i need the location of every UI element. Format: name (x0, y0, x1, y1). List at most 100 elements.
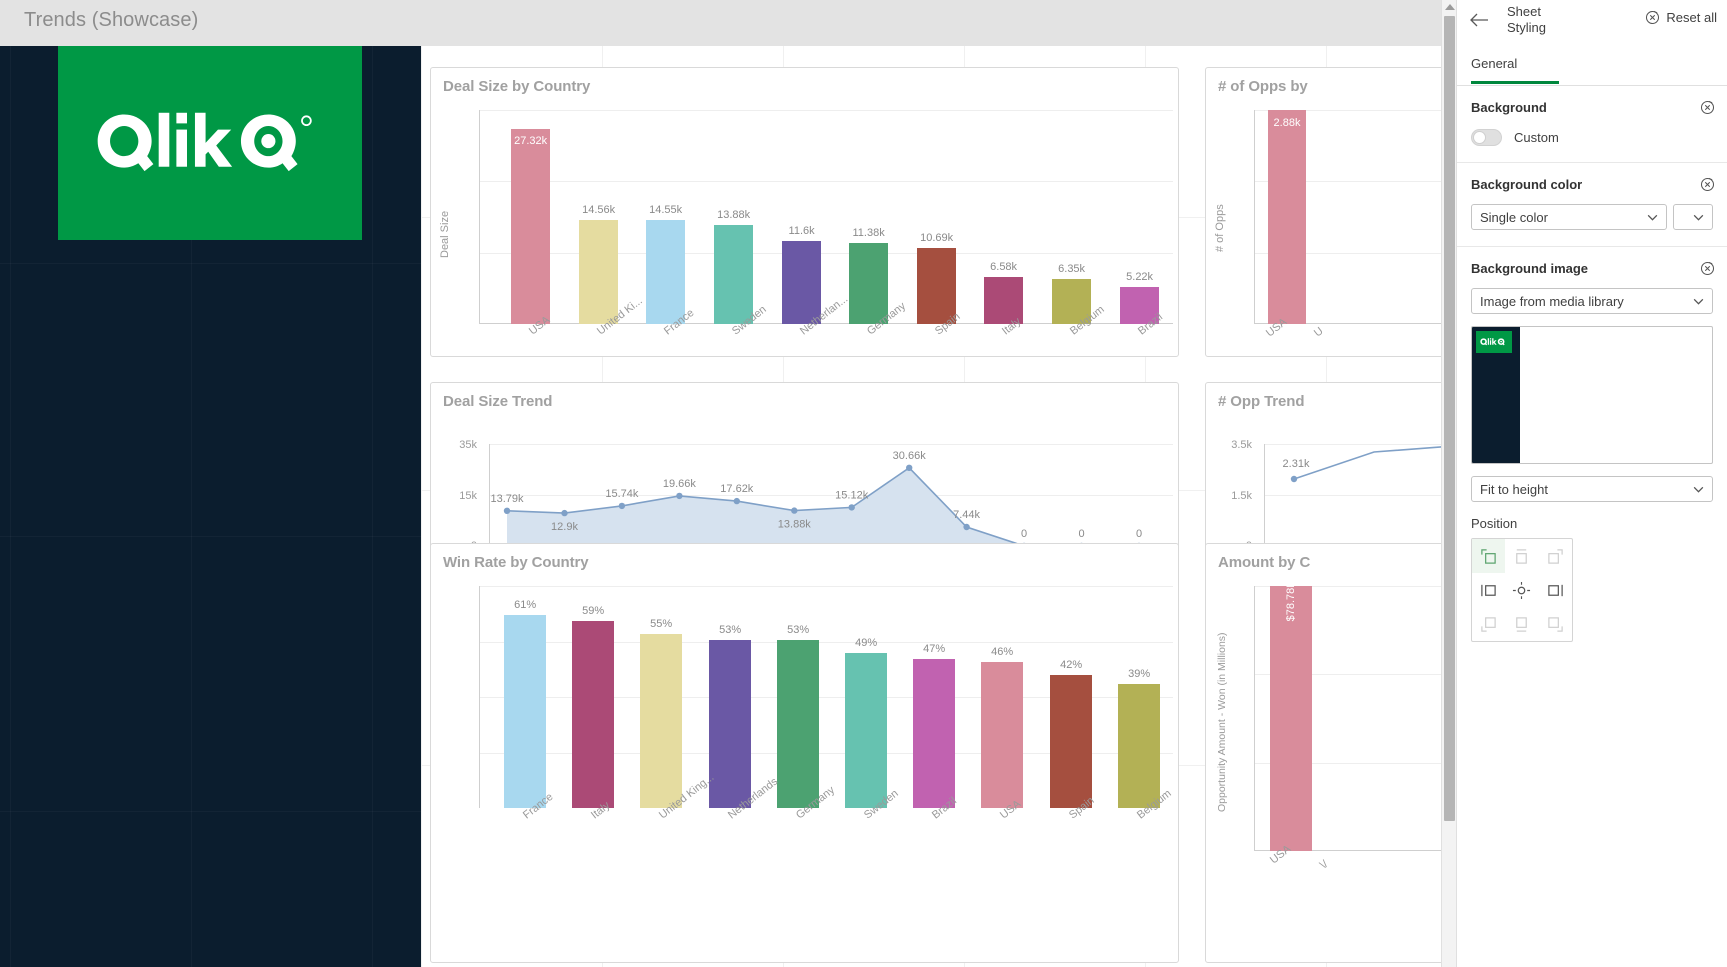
y-axis-line (1254, 586, 1255, 851)
chart-card-num-opp-trend[interactable]: # Opp Trend 3.5k 1.5k 0 2.31k (1205, 382, 1441, 560)
x-tick: U (1312, 325, 1326, 340)
position-top-center[interactable] (1505, 539, 1538, 573)
background-image-source-select[interactable]: Image from media library (1471, 288, 1713, 314)
point-value-label: 0 (1021, 528, 1027, 540)
point-value-label: 15.74k (605, 488, 639, 500)
data-point[interactable] (791, 507, 798, 514)
data-point[interactable] (733, 497, 740, 505)
bar-value-label: 6.35k (1058, 263, 1086, 275)
bar[interactable] (1268, 110, 1306, 324)
position-bottom-center[interactable] (1505, 607, 1538, 641)
bar[interactable] (572, 621, 614, 808)
position-top-right[interactable] (1539, 539, 1572, 573)
sheet-styling-panel: Sheet Styling Reset all General Backgrou… (1456, 0, 1727, 967)
data-point[interactable] (848, 504, 855, 511)
bar[interactable] (845, 653, 887, 808)
bar[interactable] (714, 225, 753, 324)
y-axis-label: Opportunity Amount - Won (in Millions) (1216, 632, 1228, 812)
bar-value-label: 47% (923, 643, 946, 655)
reset-all-button[interactable]: Reset all (1645, 10, 1717, 25)
sheet-background-image (0, 46, 421, 967)
bar[interactable] (913, 659, 955, 808)
bar[interactable] (1270, 586, 1312, 851)
bar[interactable] (849, 243, 888, 324)
x-tick: \/ (1318, 858, 1331, 872)
point-value-label: 30.66k (893, 450, 927, 462)
reset-icon (1645, 10, 1660, 25)
scroll-up-arrow-icon[interactable] (1445, 4, 1455, 10)
bar-value-label: 39% (1128, 668, 1151, 680)
scrollbar-thumb[interactable] (1444, 16, 1455, 821)
position-top-left[interactable] (1472, 539, 1506, 573)
data-point[interactable] (618, 502, 626, 510)
vertical-scrollbar[interactable] (1441, 0, 1456, 967)
position-middle-right[interactable] (1539, 573, 1572, 607)
position-middle-left[interactable] (1472, 573, 1505, 607)
section-reset-icon[interactable] (1700, 100, 1715, 115)
bar-value-label: 6.58k (990, 261, 1018, 273)
bar[interactable] (777, 640, 819, 808)
bar[interactable] (640, 634, 682, 808)
arrow-left-icon[interactable] (1467, 8, 1491, 32)
bar-value-label: 5.22k (1126, 271, 1154, 283)
y-axis-line (479, 586, 480, 808)
chevron-down-icon (1692, 483, 1705, 499)
bar[interactable] (709, 640, 751, 808)
qlik-logo (58, 46, 362, 240)
bar-value-label: 11.6k (788, 225, 815, 237)
y-axis-line (479, 110, 480, 324)
bar[interactable] (504, 615, 546, 808)
bar[interactable] (646, 220, 685, 324)
chart-title: Win Rate by Country (443, 554, 589, 571)
chart-title: # Opp Trend (1218, 393, 1305, 410)
bg-gridline (372, 46, 373, 967)
data-point[interactable] (561, 509, 568, 517)
position-bottom-right[interactable] (1539, 607, 1572, 641)
data-point[interactable] (963, 523, 970, 531)
gridline (479, 110, 1173, 111)
bar-value-label: 14.55k (649, 204, 683, 216)
background-color-select[interactable]: Single color (1471, 204, 1667, 230)
bar[interactable] (579, 220, 618, 324)
bar[interactable] (511, 129, 550, 324)
background-image-preview[interactable] (1471, 326, 1713, 464)
point-value-label: 12.9k (551, 521, 578, 533)
bar-value-label: 49% (855, 637, 878, 649)
position-label: Position (1471, 516, 1518, 531)
point-value-label: 19.66k (663, 478, 697, 490)
chart-card-win-rate-by-country[interactable]: Win Rate by Country Win Rate 61%59%55%53… (430, 543, 1179, 963)
position-center[interactable] (1505, 573, 1538, 607)
chart-card-deal-size-by-country[interactable]: Deal Size by Country Deal Size 27.32k 14.… (430, 67, 1179, 357)
data-point[interactable] (676, 492, 683, 500)
preview-dark-strip (1472, 327, 1520, 463)
section-reset-icon[interactable] (1700, 177, 1715, 192)
bar[interactable] (981, 662, 1023, 808)
y-axis-label: Deal Size (439, 210, 451, 258)
section-background: Background Custom (1457, 86, 1727, 163)
custom-background-toggle[interactable] (1471, 129, 1502, 146)
bar[interactable] (917, 248, 956, 324)
section-reset-icon[interactable] (1700, 261, 1715, 276)
background-image-size-select[interactable]: Fit to height (1471, 476, 1713, 502)
bar[interactable] (1050, 675, 1092, 808)
chart-card-num-opps-by-country[interactable]: # of Opps by # of Opps 2.88k USA U (1205, 67, 1441, 357)
chevron-down-icon (1646, 211, 1659, 227)
data-point[interactable] (906, 464, 913, 471)
data-point[interactable] (503, 507, 511, 514)
plot-area: 27.32k 14.56k 14.55k 13.88k 11.6k 11.38k 10.69… (479, 110, 1173, 324)
chart-title: # of Opps by (1218, 78, 1308, 95)
y-tick: 15k (459, 490, 477, 502)
bar[interactable] (1118, 684, 1160, 808)
chart-card-amount-by-country[interactable]: Amount by C Opportunity Amount - Won (in… (1205, 543, 1441, 963)
section-title: Background color (1471, 177, 1583, 192)
toggle-knob (1473, 131, 1486, 144)
tab-general[interactable]: General (1471, 56, 1517, 79)
background-color-swatch-select[interactable] (1673, 204, 1713, 230)
position-bottom-left[interactable] (1472, 607, 1505, 641)
bar-value-label: 11.38k (852, 227, 885, 239)
bar[interactable] (782, 241, 821, 324)
background-image-source-value: Image from media library (1480, 293, 1624, 309)
bg-gridline (10, 46, 11, 967)
section-background-color: Background color Single color (1457, 163, 1727, 247)
chart-card-deal-size-trend[interactable]: Deal Size Trend 13.79k 12.9k 15.74k 19.66k 1… (430, 382, 1179, 560)
